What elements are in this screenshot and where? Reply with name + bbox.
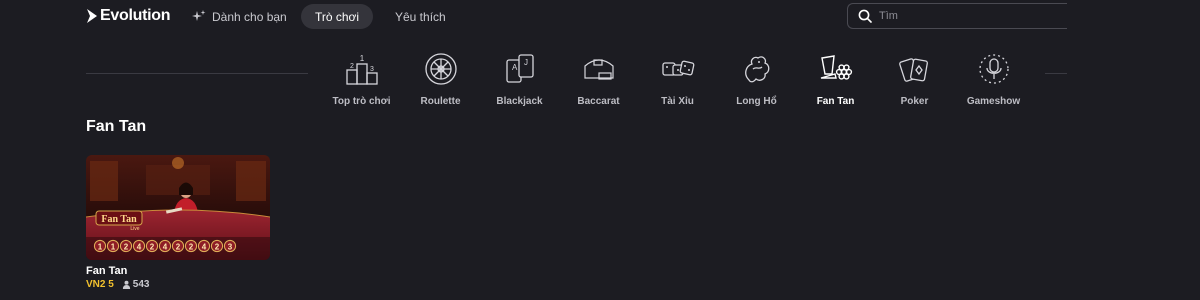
category-gameshow[interactable]: Gameshow bbox=[954, 50, 1033, 107]
divider-right bbox=[1045, 73, 1067, 74]
category-label: Top trò chơi bbox=[332, 96, 391, 107]
search-input[interactable] bbox=[879, 10, 1039, 22]
svg-text:3: 3 bbox=[370, 66, 374, 73]
person-icon bbox=[122, 280, 130, 289]
sparkle-icon bbox=[192, 9, 206, 21]
top-header: Evolution Dành cho bạn Trò chơi Yêu thíc… bbox=[0, 0, 1200, 34]
playing-cards-icon: A J bbox=[505, 54, 534, 83]
result-number: 2 bbox=[150, 243, 155, 252]
divider-left bbox=[86, 73, 308, 74]
category-label: Long Hổ bbox=[736, 96, 777, 107]
nav-for-you-label: Dành cho bạn bbox=[212, 9, 287, 24]
category-label: Poker bbox=[900, 96, 929, 107]
evolution-logo-icon bbox=[87, 9, 97, 23]
poker-cards-icon bbox=[898, 58, 928, 82]
result-number: 4 bbox=[137, 243, 142, 252]
category-label: Blackjack bbox=[496, 96, 543, 107]
svg-text:1: 1 bbox=[359, 54, 364, 63]
search-box[interactable] bbox=[847, 3, 1067, 29]
result-history: 11242422423 bbox=[93, 239, 237, 253]
bet-limit: VN2 5 bbox=[86, 279, 114, 290]
fan-tan-cup-icon bbox=[820, 55, 852, 80]
category-label: Gameshow bbox=[966, 96, 1021, 107]
game-thumbnail[interactable]: Fan Tan Live 11242422423 bbox=[86, 155, 270, 260]
thumbnail-logo-text: Fan Tan bbox=[101, 214, 137, 225]
player-count: 543 bbox=[122, 279, 150, 290]
nav-favorites-label: Yêu thích bbox=[395, 9, 446, 24]
category-label: Tài Xỉu bbox=[661, 96, 694, 107]
game-meta: VN2 5 543 bbox=[86, 279, 270, 290]
nav-favorites[interactable]: Yêu thích bbox=[395, 4, 446, 29]
category-label: Fan Tan bbox=[816, 96, 855, 107]
category-poker[interactable]: Poker bbox=[875, 50, 954, 107]
category-top-games[interactable]: 1 2 3 Top trò chơi bbox=[322, 50, 401, 107]
svg-text:2: 2 bbox=[350, 63, 354, 70]
search-icon bbox=[858, 9, 872, 23]
logo-text: Evolution bbox=[100, 7, 171, 24]
category-fan-tan[interactable]: Fan Tan bbox=[796, 50, 875, 107]
category-label: Roulette bbox=[420, 96, 461, 107]
category-label: Baccarat bbox=[577, 96, 620, 107]
svg-text:J: J bbox=[524, 58, 528, 67]
baccarat-table-icon bbox=[583, 59, 614, 80]
section-title: Fan Tan bbox=[86, 118, 147, 135]
roulette-wheel-icon bbox=[424, 53, 457, 85]
evolution-logo[interactable]: Evolution bbox=[86, 6, 170, 26]
result-number: 1 bbox=[111, 243, 116, 252]
svg-text:A: A bbox=[512, 63, 518, 72]
player-count-value: 543 bbox=[132, 279, 150, 290]
result-number: 2 bbox=[176, 243, 181, 252]
category-tai-xiu[interactable]: Tài Xỉu bbox=[638, 50, 717, 107]
dragon-icon bbox=[744, 56, 769, 83]
result-number: 4 bbox=[202, 243, 207, 252]
nav-games-label: Trò chơi bbox=[314, 9, 360, 24]
nav-games[interactable]: Trò chơi bbox=[301, 4, 373, 29]
nav-for-you[interactable]: Dành cho bạn bbox=[192, 4, 287, 29]
category-baccarat[interactable]: Baccarat bbox=[559, 50, 638, 107]
result-number: 3 bbox=[228, 243, 233, 252]
category-long-ho[interactable]: Long Hổ bbox=[717, 50, 796, 107]
game-title: Fan Tan bbox=[86, 265, 128, 277]
result-number: 4 bbox=[163, 243, 168, 252]
category-roulette[interactable]: Roulette bbox=[401, 50, 480, 107]
result-number: 2 bbox=[124, 243, 129, 252]
category-bar: 1 2 3 Top trò chơi Roulette A J Blackjac… bbox=[322, 50, 1033, 107]
result-number: 1 bbox=[98, 243, 103, 252]
microphone-icon bbox=[978, 54, 1009, 84]
podium-icon: 1 2 3 bbox=[345, 54, 378, 85]
result-number: 2 bbox=[189, 243, 194, 252]
thumbnail-logo-sub-text: Live bbox=[130, 226, 139, 232]
result-number: 2 bbox=[215, 243, 220, 252]
game-card[interactable]: Fan Tan Live 11242422423 Fan Tan VN2 5 5… bbox=[86, 155, 270, 290]
category-blackjack[interactable]: A J Blackjack bbox=[480, 50, 559, 107]
dice-icon bbox=[661, 60, 694, 76]
